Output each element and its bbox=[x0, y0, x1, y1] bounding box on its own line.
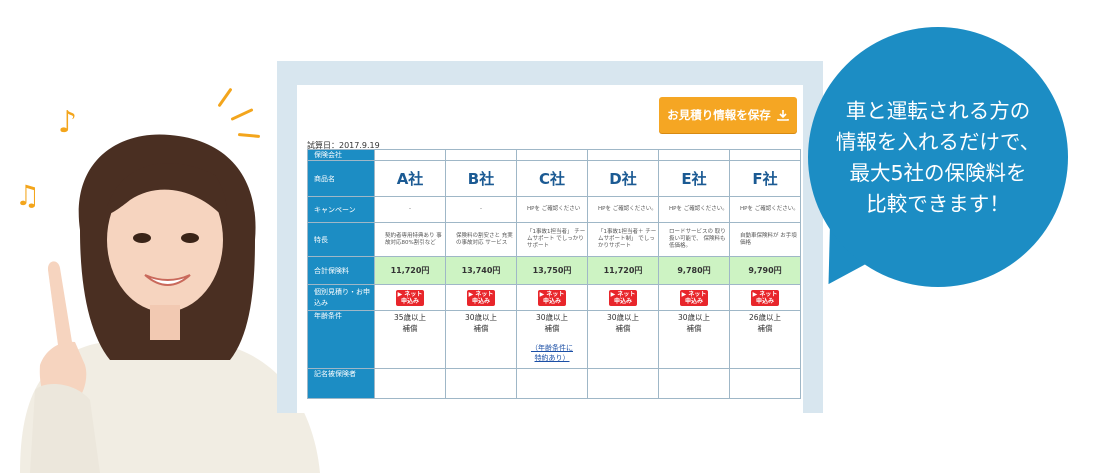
row-header-insured: 記名被保険者 bbox=[307, 368, 375, 399]
campaign-cell: - bbox=[374, 196, 446, 223]
total-premium: 11,720円 bbox=[587, 256, 659, 285]
feature-cell: 「1事故1担当者」 チームサポート でしっかりサポート bbox=[516, 222, 588, 257]
net-apply-button[interactable]: ▶ ネット 申込み bbox=[751, 289, 779, 306]
feature-cell: 契約者専用特典あり 事故対応80%割引など bbox=[374, 222, 446, 257]
age-cell: 30歳以上 補償 bbox=[658, 310, 730, 369]
age-condition-link[interactable]: 特約あり） bbox=[517, 354, 587, 364]
row-header-company: 保険会社 bbox=[307, 149, 375, 161]
net-apply-button[interactable]: ▶ ネット 申込み bbox=[538, 289, 566, 306]
comparison-screen: お見積り情報を保存 試算日：2017.9.19 保険会社 商品名 A社 B社 C… bbox=[297, 85, 803, 413]
comparison-table: 保険会社 商品名 A社 B社 C社 D社 E社 F社 キャンペーン - - HP… bbox=[307, 149, 801, 399]
download-icon bbox=[776, 110, 789, 121]
company-name: C社 bbox=[516, 160, 588, 197]
row-header-age: 年齢条件 bbox=[307, 310, 375, 369]
feature-cell: 「1事故1担当者＋ チームサポート制」 でしっかりサポート bbox=[587, 222, 659, 257]
campaign-cell: - bbox=[445, 196, 517, 223]
company-name: E社 bbox=[658, 160, 730, 197]
campaign-cell: HPを ご確認ください。 bbox=[587, 196, 659, 223]
campaign-cell: HPを ご確認ください。 bbox=[658, 196, 730, 223]
age-cell: 30歳以上 補償 bbox=[587, 310, 659, 369]
company-name: D社 bbox=[587, 160, 659, 197]
company-name: B社 bbox=[445, 160, 517, 197]
comparison-screen-frame: お見積り情報を保存 試算日：2017.9.19 保険会社 商品名 A社 B社 C… bbox=[277, 61, 823, 413]
sparkle-ray bbox=[230, 108, 254, 121]
total-premium: 9,780円 bbox=[658, 256, 730, 285]
total-premium: 11,720円 bbox=[374, 256, 446, 285]
net-apply-button[interactable]: ▶ ネット 申込み bbox=[609, 289, 637, 306]
net-apply-button[interactable]: ▶ ネット 申込み bbox=[680, 289, 708, 306]
campaign-cell: HPを ご確認ください bbox=[516, 196, 588, 223]
row-header-apply: 個別見積り・お申込み bbox=[307, 284, 375, 311]
feature-cell: ロードサービスの 取り扱い可能で、 保険料も低価格。 bbox=[658, 222, 730, 257]
total-premium: 9,790円 bbox=[729, 256, 801, 285]
total-premium: 13,740円 bbox=[445, 256, 517, 285]
total-premium: 13,750円 bbox=[516, 256, 588, 285]
age-cell: 26歳以上 補償 bbox=[729, 310, 801, 369]
row-header-product: 商品名 bbox=[307, 160, 375, 197]
save-button-label: お見積り情報を保存 bbox=[667, 108, 771, 122]
net-apply-button[interactable]: ▶ ネット 申込み bbox=[467, 289, 495, 306]
campaign-cell: HPを ご確認ください。 bbox=[729, 196, 801, 223]
age-condition-link[interactable]: （年齢条件に bbox=[517, 344, 587, 354]
row-header-total: 合計保険料 bbox=[307, 256, 375, 285]
age-cell: 30歳以上 補償 bbox=[445, 310, 517, 369]
bubble-message: 車と運転される方の 情報を入れるだけで、 最大5社の保険料を 比較できます！ bbox=[835, 99, 1041, 216]
row-header-feature: 特長 bbox=[307, 222, 375, 257]
company-name: F社 bbox=[729, 160, 801, 197]
row-header-campaign: キャンペーン bbox=[307, 196, 375, 223]
sparkle-ray bbox=[217, 87, 233, 108]
age-cell: 35歳以上 補償 bbox=[374, 310, 446, 369]
age-cell: 30歳以上 補償 （年齢条件に 特約あり） bbox=[516, 310, 588, 369]
save-estimate-button[interactable]: お見積り情報を保存 bbox=[659, 97, 797, 133]
feature-cell: 保険料の割安さと 充実の事故対応 サービス bbox=[445, 222, 517, 257]
company-name: A社 bbox=[374, 160, 446, 197]
feature-cell: 自動車保険料が お手頃価格 bbox=[729, 222, 801, 257]
net-apply-button[interactable]: ▶ ネット 申込み bbox=[396, 289, 424, 306]
